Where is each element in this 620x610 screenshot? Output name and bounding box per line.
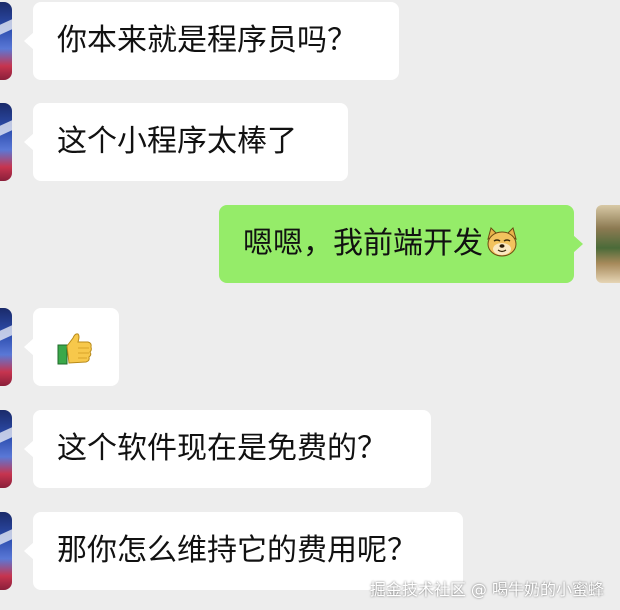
watermark: 掘金技术社区 @ 喝牛奶的小蜜蜂: [369, 580, 604, 599]
message-text: 你本来就是程序员吗？: [57, 23, 357, 58]
message-bubble-incoming[interactable]: [24, 308, 119, 386]
message-bubble-incoming[interactable]: 这个软件现在是免费的？: [24, 410, 431, 488]
message-text: 那你怎么维持它的费用呢？: [57, 533, 417, 568]
message-text: 这个软件现在是免费的？: [57, 431, 387, 466]
message-bubble-outgoing[interactable]: 嗯嗯，我前端开发: [219, 205, 583, 283]
message-text: 这个小程序太棒了: [57, 124, 297, 159]
thumbs-up-icon: [57, 333, 92, 365]
message-bubble-incoming[interactable]: 你本来就是程序员吗？: [24, 2, 399, 80]
contact-avatar[interactable]: [0, 308, 12, 386]
chat-area: 你本来就是程序员吗？ 这个小程序太棒了 嗯嗯，我前端开发 这个软件现在是免费的？: [0, 0, 620, 610]
message-bubble-incoming[interactable]: 这个小程序太棒了: [24, 103, 348, 181]
contact-avatar[interactable]: [0, 410, 12, 488]
contact-avatar[interactable]: [0, 512, 12, 590]
message-text: 嗯嗯，我前端开发: [243, 226, 483, 261]
contact-avatar[interactable]: [0, 103, 12, 181]
doge-icon: [487, 227, 517, 257]
my-avatar[interactable]: [596, 205, 620, 283]
contact-avatar[interactable]: [0, 2, 12, 80]
